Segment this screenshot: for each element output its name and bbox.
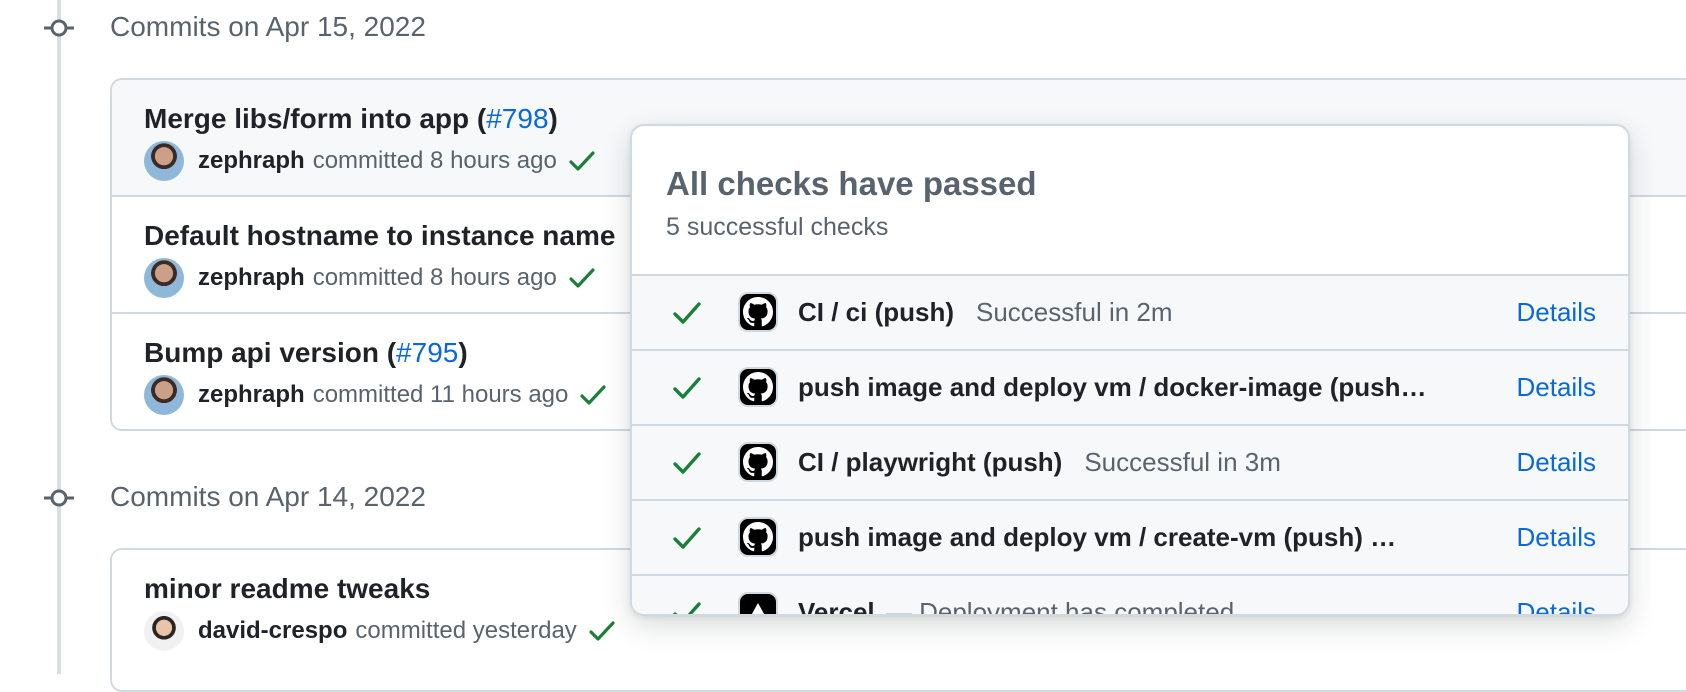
check-status-icon[interactable] (569, 267, 595, 289)
check-name: Vercel — Deployment has completed (798, 594, 1235, 616)
commit-meta: zephraph committed 8 hours ago (144, 257, 595, 299)
commit-time: committed 8 hours ago (312, 264, 557, 291)
details-link[interactable]: Details (1517, 519, 1596, 555)
check-row: CI / ci (push) Successful in 2m Details (632, 274, 1628, 349)
commit-time: committed 11 hours ago (312, 381, 569, 408)
commit-time: committed yesterday (355, 617, 577, 644)
avatar[interactable] (144, 375, 184, 415)
check-row: push image and deploy vm / docker-image … (632, 349, 1628, 424)
vercel-icon (738, 592, 778, 614)
success-check-icon (672, 375, 702, 401)
check-row: CI / playwright (push) Successful in 3m D… (632, 424, 1628, 499)
success-check-icon (672, 525, 702, 551)
commit-meta: zephraph committed 8 hours ago (144, 140, 595, 182)
check-status-icon[interactable] (569, 150, 595, 172)
details-link[interactable]: Details (1517, 444, 1596, 480)
checks-list: CI / ci (push) Successful in 2m Details p… (632, 274, 1628, 616)
check-status: — Deployment has completed (885, 597, 1235, 616)
popover-header: All checks have passed 5 successful chec… (632, 126, 1628, 276)
github-icon (738, 367, 778, 407)
details-link[interactable]: Details (1517, 594, 1596, 614)
pr-link[interactable]: #798 (486, 103, 548, 134)
avatar[interactable] (144, 258, 184, 298)
details-link[interactable]: Details (1517, 294, 1596, 330)
commit-title[interactable]: minor readme tweaks (144, 572, 430, 606)
check-status-icon[interactable] (589, 620, 615, 642)
author-link[interactable]: zephraph (198, 147, 305, 175)
timeline-line (57, 0, 61, 674)
author-link[interactable]: zephraph (198, 264, 305, 292)
success-check-icon (672, 600, 702, 614)
github-icon (738, 442, 778, 482)
success-check-icon (672, 450, 702, 476)
commit-title[interactable]: Merge libs/form into app (#798) (144, 102, 558, 136)
commit-meta: david-crespo committed yesterday (144, 610, 615, 652)
commit-group-heading: Commits on Apr 15, 2022 (110, 11, 426, 42)
details-link[interactable]: Details (1517, 369, 1596, 405)
check-name: CI / playwright (push) Successful in 3m (798, 447, 1281, 477)
author-link[interactable]: zephraph (198, 381, 305, 409)
check-row: Vercel — Deployment has completed Detail… (632, 574, 1628, 616)
commit-group-heading: Commits on Apr 14, 2022 (110, 481, 426, 512)
check-name: push image and deploy vm / create-vm (pu… (798, 522, 1397, 552)
check-name: CI / ci (push) Successful in 2m (798, 297, 1173, 327)
checks-popover: All checks have passed 5 successful chec… (630, 124, 1630, 616)
avatar[interactable] (144, 141, 184, 181)
commit-meta: zephraph committed 11 hours ago (144, 374, 606, 416)
commit-title[interactable]: Default hostname to instance name (144, 219, 615, 253)
github-icon (738, 517, 778, 557)
popover-subtitle: 5 successful checks (666, 213, 889, 241)
check-row: push image and deploy vm / create-vm (pu… (632, 499, 1628, 574)
check-status-icon[interactable] (580, 384, 606, 406)
commit-node-icon (44, 488, 74, 508)
popover-title: All checks have passed (666, 165, 1037, 202)
github-icon (738, 292, 778, 332)
check-name: push image and deploy vm / docker-image … (798, 372, 1427, 402)
pr-link[interactable]: #795 (396, 337, 458, 368)
avatar[interactable] (144, 611, 184, 651)
commit-node-icon (44, 18, 74, 38)
author-link[interactable]: david-crespo (198, 617, 347, 645)
commit-title[interactable]: Bump api version (#795) (144, 336, 468, 370)
success-check-icon (672, 300, 702, 326)
commit-time: committed 8 hours ago (312, 147, 557, 174)
check-status: Successful in 3m (1084, 447, 1281, 477)
check-status: Successful in 2m (976, 297, 1173, 327)
